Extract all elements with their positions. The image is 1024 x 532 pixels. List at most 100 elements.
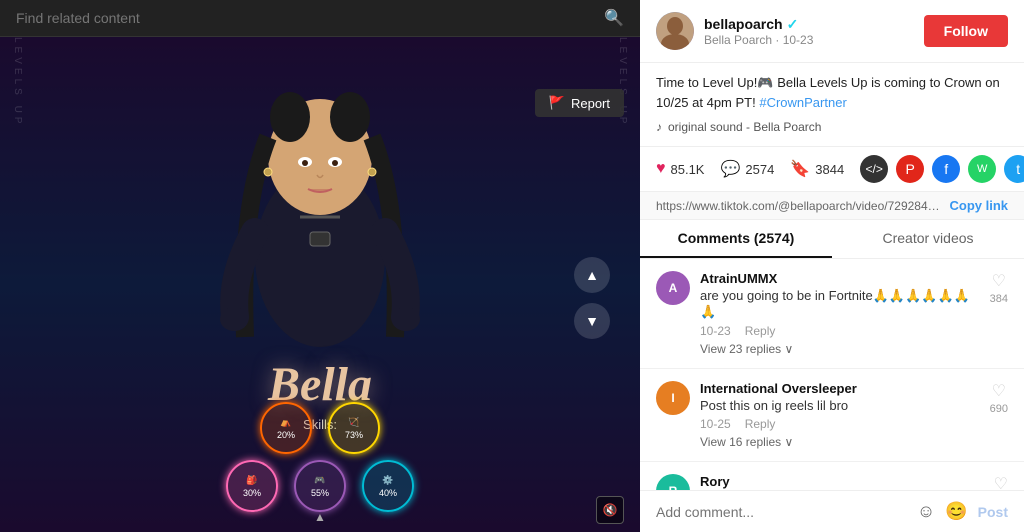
like-icon-2[interactable]: ♡ [992, 381, 1006, 401]
post-link-url: https://www.tiktok.com/@bellapoarch/vide… [656, 199, 941, 213]
view-replies-2[interactable]: View 16 replies ∨ [700, 435, 980, 449]
report-label: Report [571, 96, 610, 111]
comment-meta-1: 10-23 Reply [700, 324, 980, 338]
commenter-name-3: Rory [700, 474, 984, 489]
emoji-button-2[interactable]: 😊 [945, 501, 967, 522]
skill-icon-3: 🎒 [246, 475, 257, 486]
comment-like-3: ♡ 8 [994, 474, 1008, 490]
whatsapp-share-button[interactable]: W [968, 155, 996, 183]
music-icon: ♪ [656, 118, 662, 136]
commenter-avatar-3: R [656, 474, 690, 490]
post-body: Time to Level Up!🎮 Bella Levels Up is co… [640, 63, 1024, 147]
share-icons: </> P f W t ➦ [860, 155, 1024, 183]
link-bar: https://www.tiktok.com/@bellapoarch/vide… [640, 192, 1024, 220]
skill-pct-2: 73% [345, 430, 363, 440]
video-container: LEVELS UP LEVELS UP [0, 37, 640, 532]
embed-share-button[interactable]: </> [860, 155, 888, 183]
hashtag[interactable]: #CrownPartner [759, 95, 846, 110]
mute-button[interactable]: 🔇 [596, 496, 624, 524]
comment-item-3: R Rory COLLAB WITH KAYLA 10-26 Reply Vie… [640, 462, 1024, 490]
commenter-name-1: AtrainUMMX [700, 271, 980, 286]
search-input[interactable] [16, 10, 604, 26]
likes-stat[interactable]: ♥ 85.1K [656, 160, 704, 178]
post-text: Time to Level Up!🎮 Bella Levels Up is co… [656, 73, 1008, 112]
skill-pct-4: 55% [311, 488, 329, 498]
comment-like-2: ♡ 690 [990, 381, 1008, 449]
character-illustration [180, 57, 460, 397]
author-name-text: bellapoarch [704, 16, 783, 32]
comment-date-2: 10-25 [700, 417, 731, 431]
skill-icons: ⛺ 20% 🏹 73% 🎒 30% 🎮 55% [226, 402, 414, 512]
nav-down-button[interactable]: ▼ [574, 303, 610, 339]
reply-button-1[interactable]: Reply [745, 324, 776, 338]
post-stats: ♥ 85.1K 💬 2574 🔖 3844 </> P f W t ➦ [640, 147, 1024, 192]
bookmarks-count: 3844 [815, 162, 844, 177]
like-icon-3[interactable]: ♡ [994, 474, 1008, 490]
report-button[interactable]: 🚩 Report [535, 89, 624, 117]
add-comment-input[interactable] [656, 504, 907, 520]
commenter-avatar-1: A [656, 271, 690, 305]
skill-row-bottom: 🎒 30% 🎮 55% ⚙️ 40% [226, 460, 414, 512]
skill-bubble-4: 🎮 55% [294, 460, 346, 512]
likes-count: 85.1K [671, 162, 705, 177]
commenter-avatar-2: I [656, 381, 690, 415]
facebook-share-button[interactable]: f [932, 155, 960, 183]
comment-text-2: Post this on ig reels lil bro [700, 398, 980, 413]
like-count-1: 384 [990, 293, 1008, 305]
author-info: bellapoarch ✓ Bella Poarch · 10-23 [656, 12, 813, 50]
emoji-button-1[interactable]: ☺ [917, 501, 935, 522]
add-comment-bar: ☺ 😊 Post [640, 490, 1024, 532]
skill-row-top: ⛺ 20% 🏹 73% [260, 402, 380, 454]
search-icon[interactable]: 🔍 [604, 8, 624, 28]
commenter-name-2: International Oversleeper [700, 381, 980, 396]
skill-bubble-5: ⚙️ 40% [362, 460, 414, 512]
tab-comments[interactable]: Comments (2574) [640, 220, 832, 258]
comment-item: A AtrainUMMX are you going to be in Fort… [640, 259, 1024, 369]
skill-pct-1: 20% [277, 430, 295, 440]
follow-button[interactable]: Follow [924, 15, 1008, 47]
comments-list: A AtrainUMMX are you going to be in Fort… [640, 259, 1024, 490]
author-handle: Bella Poarch · 10-23 [704, 33, 813, 47]
view-replies-1[interactable]: View 23 replies ∨ [700, 342, 980, 356]
verified-icon: ✓ [787, 16, 799, 33]
like-icon-1[interactable]: ♡ [992, 271, 1006, 291]
skill-icon-2: 🏹 [348, 417, 359, 428]
skill-icon-1: ⛺ [280, 417, 291, 428]
twitter-share-button[interactable]: t [1004, 155, 1024, 183]
pinterest-share-button[interactable]: P [896, 155, 924, 183]
nav-up-button[interactable]: ▲ [574, 257, 610, 293]
comment-icon: 💬 [720, 159, 740, 179]
comment-text-1: are you going to be in Fortnite🙏🙏🙏🙏🙏🙏🙏 [700, 288, 980, 320]
comment-date-1: 10-23 [700, 324, 731, 338]
post-header: bellapoarch ✓ Bella Poarch · 10-23 Follo… [640, 0, 1024, 63]
copy-link-button[interactable]: Copy link [949, 198, 1008, 213]
bottom-arrow[interactable]: ▲ [314, 510, 326, 524]
avatar [656, 12, 694, 50]
comments-stat[interactable]: 💬 2574 [720, 159, 774, 179]
mute-icon: 🔇 [603, 503, 618, 517]
comment-content-3: Rory COLLAB WITH KAYLA 10-26 Reply View … [700, 474, 984, 490]
skill-pct-5: 40% [379, 488, 397, 498]
heart-icon: ♥ [656, 160, 666, 178]
search-bar: 🔍 [0, 0, 640, 37]
comment-content-1: AtrainUMMX are you going to be in Fortni… [700, 271, 980, 356]
bookmarks-stat[interactable]: 🔖 3844 [790, 159, 844, 179]
right-panel: bellapoarch ✓ Bella Poarch · 10-23 Follo… [640, 0, 1024, 532]
tab-creator-videos[interactable]: Creator videos [832, 220, 1024, 258]
author-details: bellapoarch ✓ Bella Poarch · 10-23 [704, 16, 813, 47]
flag-icon: 🚩 [549, 95, 565, 111]
skill-icon-5: ⚙️ [382, 475, 393, 486]
left-panel: 🔍 LEVELS UP LEVELS UP [0, 0, 640, 532]
skill-icon-4: 🎮 [314, 475, 325, 486]
tabs: Comments (2574) Creator videos [640, 220, 1024, 259]
comment-like-1: ♡ 384 [990, 271, 1008, 356]
comment-meta-2: 10-25 Reply [700, 417, 980, 431]
skill-bubble-3: 🎒 30% [226, 460, 278, 512]
sound-text: original sound - Bella Poarch [668, 118, 821, 136]
like-count-2: 690 [990, 403, 1008, 415]
reply-button-2[interactable]: Reply [745, 417, 776, 431]
skill-pct-3: 30% [243, 488, 261, 498]
sound-line: ♪ original sound - Bella Poarch [656, 118, 1008, 136]
vertical-text-left: LEVELS UP [12, 37, 23, 532]
post-comment-button[interactable]: Post [978, 504, 1008, 520]
